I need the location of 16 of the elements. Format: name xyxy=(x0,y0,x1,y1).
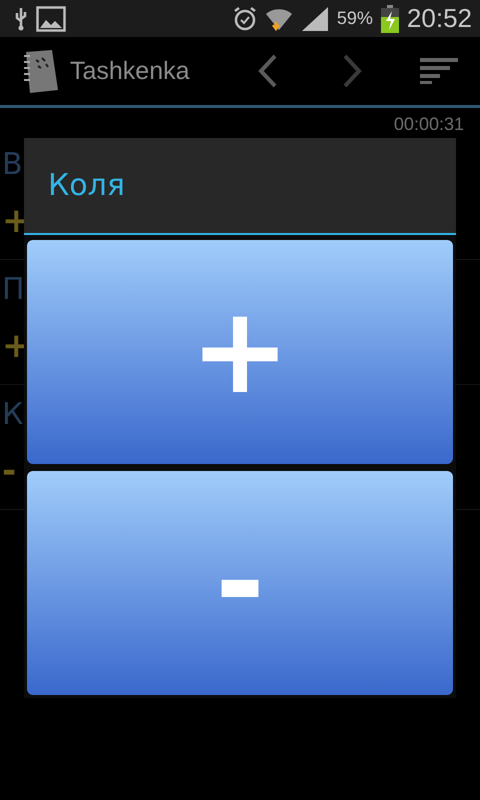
clock-time: 20:52 xyxy=(406,3,472,34)
signal-icon xyxy=(300,6,329,32)
picture-icon xyxy=(36,6,66,32)
person-name: П xyxy=(2,272,24,309)
person-name: К xyxy=(2,397,24,434)
elapsed-timer: 00:00:31 xyxy=(394,114,464,134)
dialog-title: Коля xyxy=(48,168,125,203)
battery-charging-icon xyxy=(380,4,399,32)
app-title: Tashkenka xyxy=(70,56,190,86)
score-sign: - xyxy=(2,451,18,491)
plus-button[interactable]: + xyxy=(27,240,453,464)
person-name: В xyxy=(2,147,24,184)
minus-button[interactable]: - xyxy=(27,471,453,695)
battery-percent: 59% xyxy=(336,8,373,29)
usb-icon xyxy=(14,6,28,30)
alarm-icon xyxy=(232,6,257,32)
